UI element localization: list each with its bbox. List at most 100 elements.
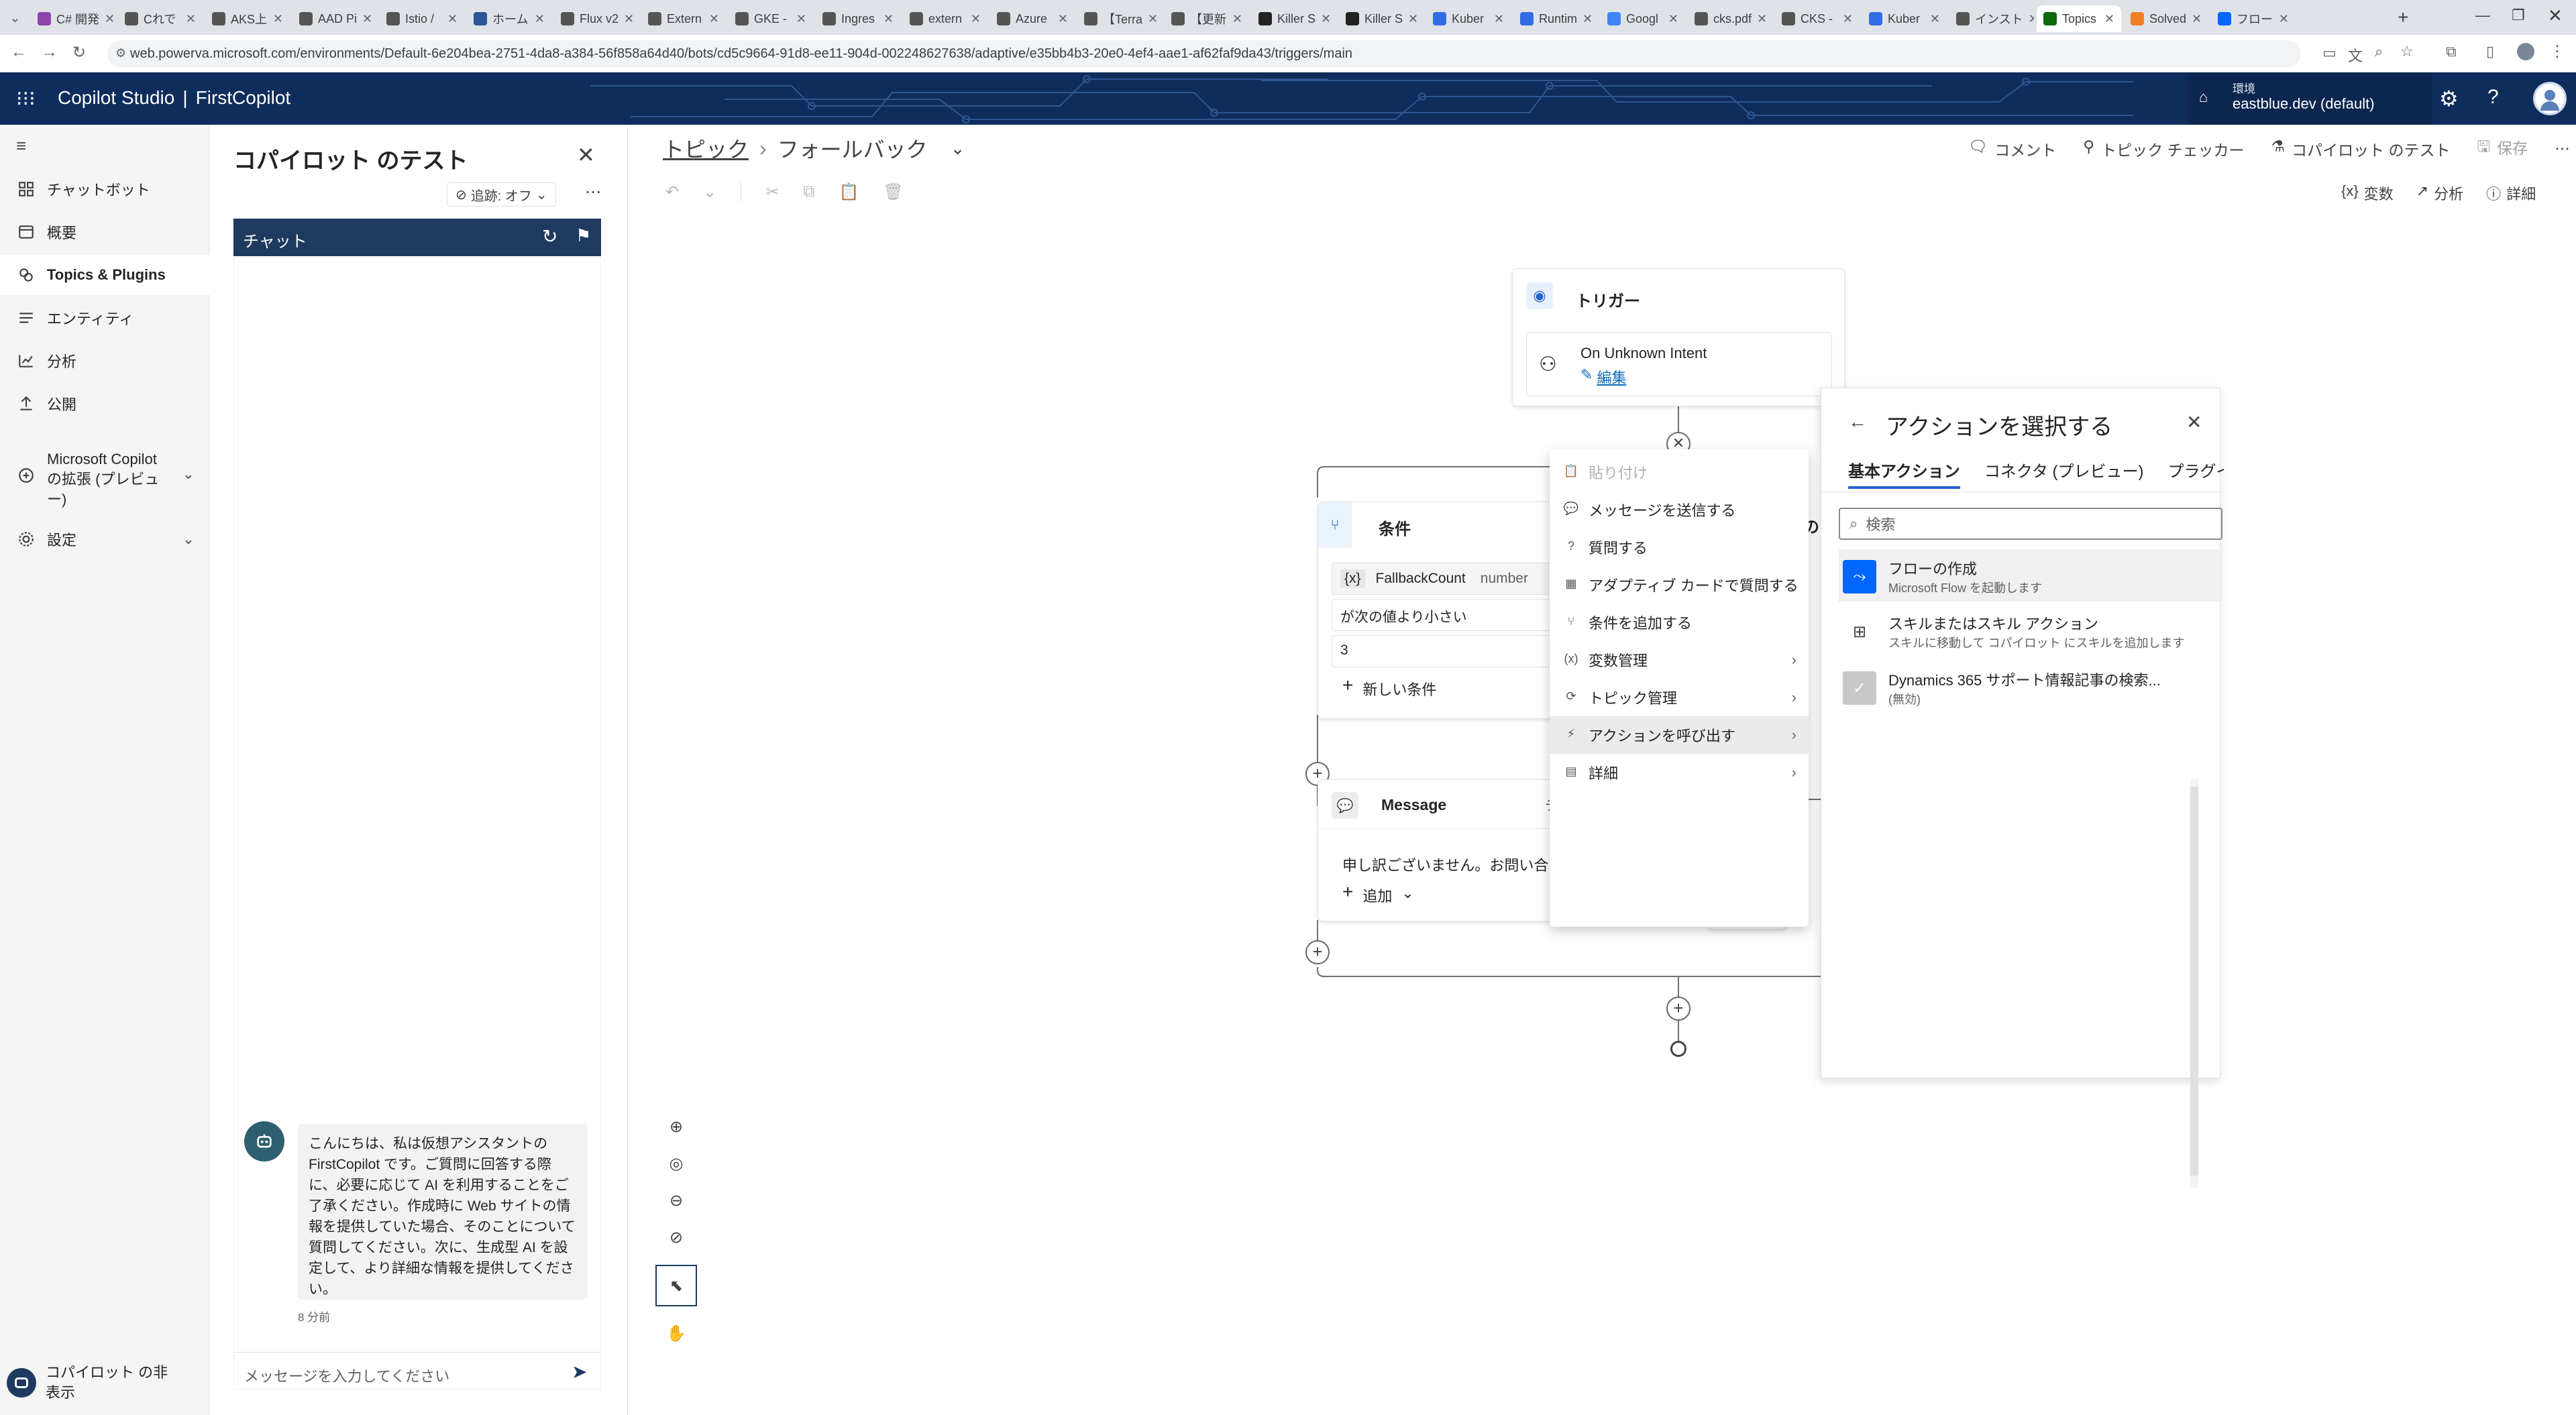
maximize-icon[interactable]: ❐ [2512,7,2525,24]
nav-item-analytics[interactable]: 分析 [0,341,209,381]
tab-plugins[interactable]: プラグイン (プレ [2168,458,2224,492]
brand-name[interactable]: Copilot Studio [58,87,174,109]
browser-tab[interactable]: Istio / ✕ [380,5,464,32]
menu-item-question[interactable]: ? 質問する [1550,528,1809,566]
browser-tab[interactable]: C# 開発 ✕ [31,5,115,32]
action-search-input[interactable]: ⌕ 検索 [1839,508,2222,540]
zoom-in-icon[interactable]: ⊕ [669,1117,683,1137]
browser-tab[interactable]: Cれで ✕ [118,5,203,32]
trigger-phrase-box[interactable]: ⚇ On Unknown Intent ✎ 編集 [1526,332,1832,396]
browser-tab[interactable]: extern ✕ [903,5,987,32]
tab-close-icon[interactable]: ✕ [1058,12,1068,26]
tab-close-icon[interactable]: ✕ [1408,12,1418,26]
settings-gear-icon[interactable]: ⚙ [2439,86,2459,111]
tab-close-icon[interactable]: ✕ [273,12,283,26]
help-icon[interactable]: ? [2487,86,2499,109]
flag-icon[interactable]: ⚑ [576,225,591,246]
tab-connectors[interactable]: コネクタ (プレビュー) [1984,458,2144,492]
close-icon[interactable]: ✕ [2186,411,2202,433]
browser-tab[interactable]: ホーム ✕ [467,5,551,32]
tab-close-icon[interactable]: ✕ [362,12,372,26]
user-avatar[interactable] [2533,82,2567,115]
window-close-icon[interactable]: ✕ [2548,5,2563,26]
browser-tab[interactable]: CKS - ✕ [1775,5,1860,32]
back-icon[interactable]: ← [11,43,27,62]
browser-tab[interactable]: cks.pdf ✕ [1688,5,1772,32]
tab-close-icon[interactable]: ✕ [1843,12,1853,26]
menu-item-card[interactable]: ▦ アダプティブ カードで質問する [1550,566,1809,604]
nav-item-topics[interactable]: Topics & Plugins [0,255,209,295]
browser-tab[interactable]: Solved ✕ [2124,5,2208,32]
menu-item-message[interactable]: 💬 メッセージを送信する [1550,491,1809,528]
minimize-icon[interactable]: — [2475,7,2490,24]
browser-tab[interactable]: Flux v2 ✕ [554,5,639,32]
tab-close-icon[interactable]: ✕ [105,12,115,26]
nav-item-publish[interactable]: 公開 [0,384,209,424]
hide-copilot-button[interactable]: コパイロット の非表示 [7,1363,180,1403]
menu-item-variable[interactable]: (x) 変数管理 › [1550,641,1809,679]
scrollbar-thumb[interactable] [2190,787,2198,1176]
browser-tab[interactable]: Ingres ✕ [816,5,900,32]
menu-item-action[interactable]: ⚡ アクションを呼び出す › [1550,716,1809,754]
bot-name[interactable]: FirstCopilot [196,87,291,109]
back-arrow-icon[interactable]: ← [1848,411,1867,433]
browser-tab[interactable]: フロー ✕ [2211,5,2296,32]
menu-item-branch[interactable]: ⑂ 条件を追加する [1550,604,1809,641]
app-launcher-icon[interactable]: ⁝⁝⁝ [16,87,36,111]
add-node-button[interactable]: + [1666,997,1690,1021]
nav-item-grid[interactable]: チャットボット [0,169,209,209]
new-tab-button[interactable]: + [2398,7,2408,28]
tab-close-icon[interactable]: ✕ [2279,12,2289,26]
browser-menu-icon[interactable]: ⋮ [2549,42,2565,61]
browser-tab[interactable]: インスト ✕ [1949,5,2034,32]
menu-item-topic[interactable]: ⟳ トピック管理 › [1550,679,1809,716]
browser-tab[interactable]: Kuber ✕ [1862,5,1947,32]
action-item[interactable]: ⊞ スキルまたはスキル アクション スキルに移動して コパイロット にスキルを追加し… [1839,604,2222,657]
more-options-icon[interactable]: ⋯ [585,182,601,202]
browser-tab[interactable]: Runtim ✕ [1513,5,1598,32]
site-info-icon[interactable]: ⚙ [115,46,126,60]
browser-tab[interactable]: Topics ✕ [2037,5,2121,32]
action-item[interactable]: ⤳ フローの作成 Microsoft Flow を起動します [1839,549,2222,602]
tab-close-icon[interactable]: ✕ [186,12,196,26]
reset-zoom-icon[interactable]: ⊘ [669,1228,683,1247]
tab-close-icon[interactable]: ✕ [1582,12,1593,26]
tab-close-icon[interactable]: ✕ [624,12,634,26]
zoom-icon[interactable]: ⌕ [2375,43,2383,60]
message-input[interactable]: メッセージを入力してください [244,1365,449,1386]
add-node-button[interactable]: + [1305,940,1330,964]
browser-tab[interactable]: 【更新 ✕ [1165,5,1249,32]
hamburger-menu-icon[interactable]: ≡ [16,135,26,156]
nav-item-overview[interactable]: 概要 [0,212,209,252]
tab-close-icon[interactable]: ✕ [535,12,545,26]
cast-icon[interactable]: ▭ [2322,44,2337,62]
extensions-icon[interactable]: ⧉ [2446,43,2457,60]
reload-icon[interactable]: ↻ [72,43,86,62]
add-message-variation-button[interactable]: + 追加 ⌄ [1342,883,1414,906]
edit-trigger-link[interactable]: ✎ 編集 [1580,366,1626,388]
send-icon[interactable]: ➤ [572,1361,587,1383]
tab-close-icon[interactable]: ✕ [971,12,981,26]
tab-close-icon[interactable]: ✕ [1148,12,1158,26]
tab-close-icon[interactable]: ✕ [1757,12,1767,26]
tab-search-icon[interactable]: ⌄ [9,9,21,26]
select-mode-icon[interactable]: ⬉ [655,1265,697,1306]
browser-tab[interactable]: Killer S ✕ [1252,5,1336,32]
tab-close-icon[interactable]: ✕ [2029,12,2034,26]
profile-avatar[interactable] [2517,43,2534,60]
action-list-scrollbar[interactable] [2190,779,2198,1188]
browser-tab[interactable]: Kuber ✕ [1426,5,1511,32]
action-item[interactable]: ✓ Dynamics 365 サポート情報記事の検索... (無効) [1839,661,2222,713]
url-input[interactable]: ⚙ web.powerva.microsoft.com/environments… [107,40,2301,67]
bookmark-star-icon[interactable]: ☆ [2400,43,2414,60]
tab-close-icon[interactable]: ✕ [1668,12,1678,26]
nav-item-entity[interactable]: エンティティ [0,298,209,338]
environment-picker[interactable]: ⌂ 環境 eastblue.dev (default) [2188,72,2432,125]
browser-tab[interactable]: Extern ✕ [641,5,726,32]
browser-tab[interactable]: Googl ✕ [1601,5,1685,32]
tab-close-icon[interactable]: ✕ [1494,12,1504,26]
tab-basic-actions[interactable]: 基本アクション [1848,458,1960,489]
translate-icon[interactable]: 文 [2348,44,2363,66]
fit-view-icon[interactable]: ◎ [669,1154,684,1174]
trigger-node[interactable]: ◉ トリガー ⚇ On Unknown Intent ✎ 編集 [1512,268,1845,406]
